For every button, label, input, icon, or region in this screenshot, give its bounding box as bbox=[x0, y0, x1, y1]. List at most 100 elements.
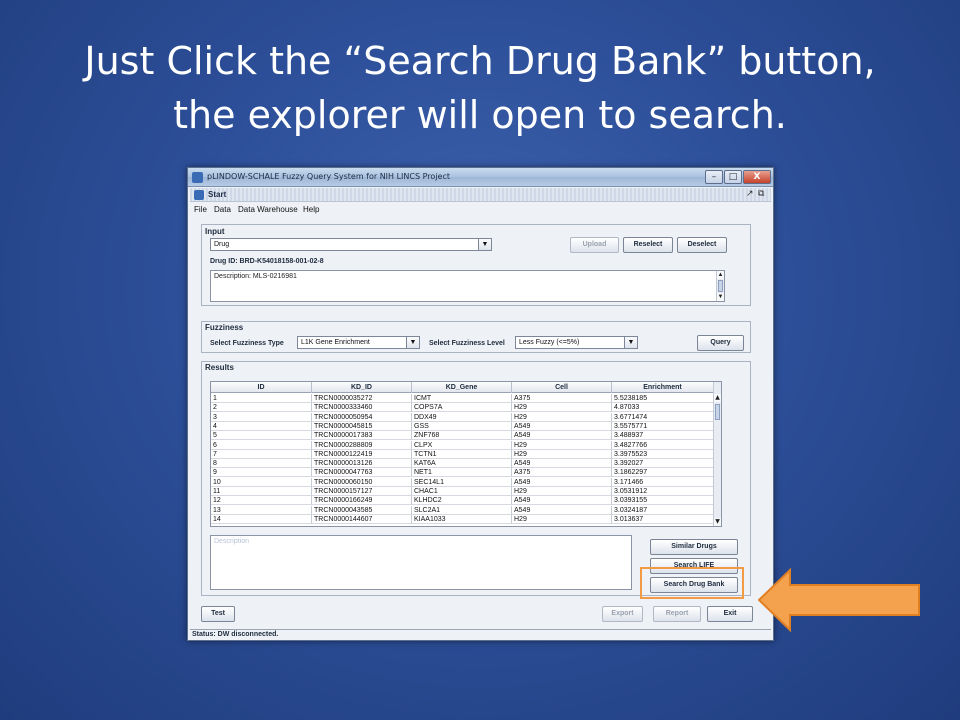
table-row[interactable]: 2 TRCN0000333460 COPS7A H29 4.87033 bbox=[211, 403, 714, 413]
fuzziness-level-label: Select Fuzziness Level bbox=[429, 340, 505, 347]
cell-cell: A549 bbox=[512, 431, 612, 441]
cell-enrichment: 3.0531912 bbox=[612, 487, 714, 496]
cell-kd-id: TRCN0000013126 bbox=[312, 459, 412, 469]
cell-kd-id: TRCN0000050954 bbox=[312, 412, 412, 422]
cell-cell: A549 bbox=[512, 459, 612, 469]
similar-drugs-button[interactable]: Similar Drugs bbox=[650, 539, 738, 555]
cell-kd-id: TRCN0000122419 bbox=[312, 449, 412, 459]
cell-kd-gene: CLPX bbox=[412, 440, 512, 450]
cell-id: 5 bbox=[211, 431, 312, 441]
fuzziness-panel: Fuzziness Select Fuzziness Type L1K Gene… bbox=[201, 321, 751, 353]
fuzziness-type-value: L1K Gene Enrichment bbox=[301, 339, 370, 346]
exit-button[interactable]: Exit bbox=[707, 606, 753, 622]
query-button[interactable]: Query bbox=[697, 335, 744, 351]
table-row[interactable]: 6 TRCN0000288809 CLPX H29 3.4827766 bbox=[211, 440, 714, 450]
chevron-down-icon: ▼ bbox=[406, 337, 419, 348]
maximize-button[interactable]: □ bbox=[724, 170, 742, 184]
cell-cell: H29 bbox=[512, 449, 612, 459]
column-header-enrichment[interactable]: Enrichment bbox=[612, 382, 714, 393]
drug-description-field[interactable]: Description: MLS-0216981 ▲ ▼ bbox=[210, 270, 725, 302]
deselect-button[interactable]: Deselect bbox=[677, 237, 727, 253]
minimize-button[interactable]: – bbox=[705, 170, 723, 184]
export-button[interactable]: Export bbox=[602, 606, 643, 622]
scroll-up-icon[interactable]: ▲ bbox=[717, 271, 724, 279]
cell-enrichment: 3.4827766 bbox=[612, 440, 714, 450]
cell-cell: H29 bbox=[512, 412, 612, 422]
scroll-down-icon[interactable]: ▼ bbox=[717, 293, 724, 301]
scroll-thumb[interactable] bbox=[718, 280, 723, 292]
window-titlebar[interactable]: pLINDOW-SCHALE Fuzzy Query System for NI… bbox=[188, 168, 773, 187]
cell-id: 8 bbox=[211, 459, 312, 469]
table-row[interactable]: 11 TRCN0000157127 CHAC1 H29 3.0531912 bbox=[211, 487, 714, 496]
scroll-thumb[interactable] bbox=[715, 404, 720, 420]
menu-bar: File Data Data Warehouse Help bbox=[190, 203, 771, 217]
cell-kd-gene: SLC2A1 bbox=[412, 505, 512, 515]
cell-kd-id: TRCN0000017383 bbox=[312, 431, 412, 441]
upload-button[interactable]: Upload bbox=[570, 237, 619, 253]
menu-file[interactable]: File bbox=[194, 205, 207, 214]
reselect-button[interactable]: Reselect bbox=[623, 237, 673, 253]
results-table[interactable]: ID KD_ID KD_Gene Cell Enrichment 1 TRCN00… bbox=[210, 381, 722, 527]
description-scrollbar[interactable]: ▲ ▼ bbox=[716, 271, 724, 301]
cell-id: 14 bbox=[211, 514, 312, 524]
table-row[interactable]: 14 TRCN0000144607 KIAA1033 H29 3.013637 bbox=[211, 514, 714, 524]
cell-cell: A375 bbox=[512, 468, 612, 478]
close-button[interactable]: X bbox=[743, 170, 771, 184]
table-row[interactable]: 3 TRCN0000050954 DDX49 H29 3.6771474 bbox=[211, 412, 714, 422]
cell-enrichment: 3.3975523 bbox=[612, 449, 714, 459]
cell-enrichment: 4.87033 bbox=[612, 403, 714, 413]
cell-id: 9 bbox=[211, 468, 312, 478]
cell-id: 11 bbox=[211, 487, 312, 496]
fuzziness-level-select[interactable]: Less Fuzzy (<=5%) ▼ bbox=[515, 336, 638, 349]
frame-maximize-icon[interactable]: ⧉ bbox=[758, 189, 764, 199]
cell-enrichment: 3.0324187 bbox=[612, 505, 714, 515]
table-row[interactable]: 7 TRCN0000122419 TCTN1 H29 3.3975523 bbox=[211, 449, 714, 459]
cell-kd-gene: DDX49 bbox=[412, 412, 512, 422]
input-type-select[interactable]: Drug ▼ bbox=[210, 238, 492, 251]
fuzziness-type-label: Select Fuzziness Type bbox=[210, 340, 284, 347]
frame-restore-icon[interactable]: ↗ bbox=[746, 189, 754, 199]
table-row[interactable]: 9 TRCN0000047763 NET1 A375 3.1862297 bbox=[211, 468, 714, 478]
column-header-kd-gene[interactable]: KD_Gene bbox=[412, 382, 512, 393]
scroll-up-icon[interactable]: ▲ bbox=[714, 394, 721, 402]
column-header-id[interactable]: ID bbox=[211, 382, 312, 393]
table-row[interactable]: 5 TRCN0000017383 ZNF768 A549 3.488937 bbox=[211, 431, 714, 441]
table-row[interactable]: 13 TRCN0000043585 SLC2A1 A549 3.0324187 bbox=[211, 505, 714, 515]
cell-kd-gene: TCTN1 bbox=[412, 449, 512, 459]
result-description-placeholder: Description bbox=[214, 538, 250, 545]
chevron-down-icon: ▼ bbox=[624, 337, 637, 348]
cell-kd-id: TRCN0000157127 bbox=[312, 487, 412, 496]
column-header-cell[interactable]: Cell bbox=[512, 382, 612, 393]
column-header-kd-id[interactable]: KD_ID bbox=[312, 382, 412, 393]
drug-id-label: Drug ID: BRD-K54018158-001-02-8 bbox=[210, 258, 324, 265]
table-row[interactable]: 1 TRCN0000035272 ICMT A375 5.5238185 bbox=[211, 394, 714, 403]
input-type-value: Drug bbox=[214, 241, 230, 248]
cell-id: 1 bbox=[211, 394, 312, 403]
menu-data-warehouse[interactable]: Data Warehouse bbox=[238, 205, 298, 214]
cell-id: 7 bbox=[211, 449, 312, 459]
cell-cell: H29 bbox=[512, 440, 612, 450]
menu-data[interactable]: Data bbox=[214, 205, 231, 214]
results-scrollbar[interactable]: ▲ ▼ bbox=[713, 382, 721, 526]
table-row[interactable]: 10 TRCN0000060150 SEC14L1 A549 3.171466 bbox=[211, 477, 714, 487]
cell-kd-gene: COPS7A bbox=[412, 403, 512, 413]
menu-help[interactable]: Help bbox=[303, 205, 319, 214]
table-row[interactable]: 4 TRCN0000045815 GSS A549 3.5575771 bbox=[211, 421, 714, 431]
cell-cell: H29 bbox=[512, 403, 612, 413]
fuzziness-type-select[interactable]: L1K Gene Enrichment ▼ bbox=[297, 336, 420, 349]
report-button[interactable]: Report bbox=[653, 606, 701, 622]
results-panel: Results ID KD_ID KD_Gene Cell Enrichment… bbox=[201, 361, 751, 596]
cell-kd-gene: NET1 bbox=[412, 468, 512, 478]
cell-kd-id: TRCN0000144607 bbox=[312, 514, 412, 524]
cell-kd-id: TRCN0000166249 bbox=[312, 496, 412, 506]
scroll-down-icon[interactable]: ▼ bbox=[714, 518, 721, 526]
internal-frame-titlebar[interactable]: Start ↗ ⧉ bbox=[190, 188, 771, 202]
drug-description-text: Description: MLS-0216981 bbox=[214, 273, 297, 280]
cell-id: 13 bbox=[211, 505, 312, 515]
cell-enrichment: 3.392027 bbox=[612, 459, 714, 469]
table-row[interactable]: 12 TRCN0000166249 KLHDC2 A549 3.0393155 bbox=[211, 496, 714, 506]
result-description-field[interactable]: Description bbox=[210, 535, 632, 590]
results-table-header: ID KD_ID KD_Gene Cell Enrichment bbox=[211, 382, 714, 393]
table-row[interactable]: 8 TRCN0000013126 KAT6A A549 3.392027 bbox=[211, 459, 714, 469]
test-button[interactable]: Test bbox=[201, 606, 235, 622]
